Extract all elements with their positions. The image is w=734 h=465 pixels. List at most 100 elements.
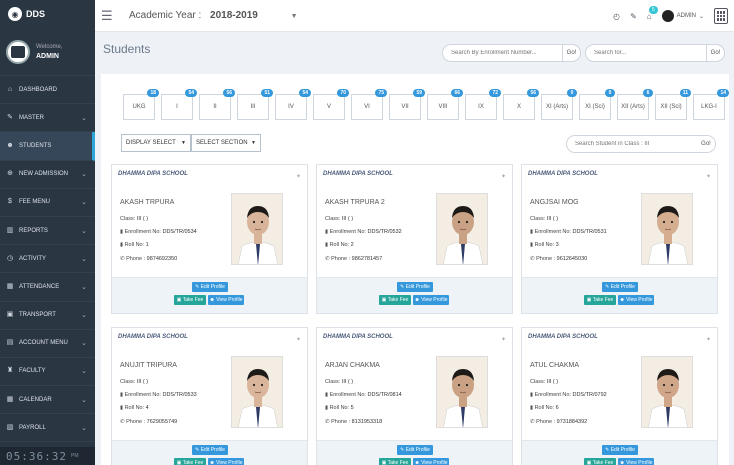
sidebar-item-new-admission[interactable]: ⊕ NEW ADMISSION ⌄ [0, 161, 95, 189]
class-tab[interactable]: XI (Sci) 0 [579, 89, 615, 120]
class-tab[interactable]: X 56 [503, 89, 539, 120]
display-select-label: DISPLAY SELECT [126, 140, 176, 146]
pin-icon[interactable]: ✦ [706, 336, 711, 343]
class-search-input[interactable] [567, 141, 697, 147]
sidebar-item-payroll[interactable]: ▧ PAYROLL ⌄ [0, 414, 95, 443]
sidebar-item-master[interactable]: ✎ Master ⌄ [0, 104, 95, 133]
notification-badge: 5 [648, 5, 658, 14]
general-search-input[interactable] [586, 50, 706, 56]
sidebar-menu: ⌂ DASHBOARD ✎ Master ⌄ ☻ STUDENTS ⊕ NEW ADMISSIO… [0, 76, 95, 443]
class-tab[interactable]: I 54 [161, 89, 197, 120]
sidebar-item-account-menu[interactable]: ▤ ACCOUNT MENU ⌄ [0, 330, 95, 358]
view-profile-button[interactable]: ☻ View Profile [618, 458, 654, 465]
sidebar-item-reports[interactable]: ▥ REPORTS ⌄ [0, 217, 95, 246]
class-tab[interactable]: VI 75 [351, 89, 387, 120]
pin-icon[interactable]: ✦ [501, 336, 506, 343]
class-tab[interactable]: VIII 66 [427, 89, 463, 120]
view-profile-button[interactable]: ☻ View Profile [618, 295, 654, 305]
student-photo [231, 193, 283, 265]
class-tab[interactable]: V 70 [313, 89, 349, 120]
sidebar-item-activity[interactable]: ◷ ACTIVITY ⌄ [0, 245, 95, 274]
sidebar-item-attendance[interactable]: ▦ ATTENDANCE ⌄ [0, 273, 95, 302]
roll-row: ▮ Roll No: 4 [120, 405, 149, 411]
take-fee-button[interactable]: ▣ Take Fee [379, 295, 411, 305]
cart-icon[interactable]: ⌂ 5 [647, 5, 658, 21]
enrollment-search-input[interactable] [443, 50, 562, 56]
sidebar-item-faculty[interactable]: ♜ FACULTY ⌄ [0, 358, 95, 387]
pin-icon[interactable]: ✦ [501, 173, 506, 180]
money-icon: ▣ [586, 460, 592, 465]
class-tab[interactable]: VII 59 [389, 89, 425, 120]
sidebar-item-calendar[interactable]: ▦ CALENDAR ⌄ [0, 386, 95, 415]
class-count-badge: 70 [337, 89, 349, 97]
academic-year-select[interactable]: Academic Year : 2018-2019 ▼ [129, 10, 298, 21]
general-search-go-button[interactable]: Go! [706, 45, 724, 61]
student-card: DHAMMA DIPA SCHOOL ✦ ATUL CHAKMA Class: III… [521, 327, 718, 465]
view-profile-button[interactable]: ☻ View Profile [413, 295, 449, 305]
school-name: DHAMMA DIPA SCHOOL [118, 171, 188, 177]
section-select[interactable]: SELECT SECTION ▼ [191, 134, 261, 152]
enrollment-search-go-button[interactable]: Go! [562, 45, 580, 61]
admin-menu[interactable]: ADMIN ⌄ [661, 10, 704, 22]
view-profile-button[interactable]: ☻ View Profile [413, 458, 449, 465]
phone-value: 9874692350 [146, 256, 178, 262]
phone-icon: ✆ [120, 256, 125, 262]
take-fee-button[interactable]: ▣ Take Fee [174, 295, 206, 305]
chart-icon: ▥ [6, 226, 14, 234]
academic-year-value: 2018-2019 [210, 10, 258, 21]
brand[interactable]: ◉ DDS [0, 0, 95, 28]
sidebar-item-students[interactable]: ☻ STUDENTS [0, 132, 95, 161]
take-fee-button[interactable]: ▣ Take Fee [584, 295, 616, 305]
display-select[interactable]: DISPLAY SELECT ▼ [121, 134, 191, 152]
sidebar-item-dashboard[interactable]: ⌂ DASHBOARD [0, 76, 95, 105]
sidebar-item-fee-menu[interactable]: $ FEE MENU ⌄ [0, 189, 95, 217]
class-value: III ( ) [546, 216, 559, 222]
edit-icon: ✎ [195, 284, 200, 290]
avatar[interactable] [6, 39, 30, 64]
class-tab[interactable]: IX 72 [465, 89, 501, 120]
roll-row: ▮ Roll No: 1 [120, 242, 149, 248]
view-profile-button[interactable]: ☻ View Profile [208, 295, 244, 305]
take-fee-button[interactable]: ▣ Take Fee [174, 458, 206, 465]
class-tab[interactable]: III 51 [237, 89, 273, 120]
class-count-badge: 59 [413, 89, 425, 97]
class-tab[interactable]: XII (Arts) 6 [617, 89, 653, 120]
class-tab[interactable]: IV 54 [275, 89, 311, 120]
school-name: DHAMMA DIPA SCHOOL [528, 171, 598, 177]
class-tab[interactable]: LKG-I 14 [693, 89, 729, 120]
student-portrait-icon [232, 357, 282, 427]
calculator-icon[interactable] [714, 8, 728, 24]
edit-profile-button[interactable]: ✎ Edit Profile [192, 282, 228, 292]
class-tab[interactable]: UKG 18 [123, 89, 159, 120]
pin-icon[interactable]: ✦ [706, 173, 711, 180]
class-tab-label: XI (Sci) [585, 104, 605, 110]
phone-icon: ✆ [530, 256, 535, 262]
class-value: III ( ) [136, 216, 149, 222]
hamburger-icon[interactable]: ☰ [101, 9, 113, 22]
view-profile-button[interactable]: ☻ View Profile [208, 458, 244, 465]
edit-profile-button[interactable]: ✎ Edit Profile [602, 445, 638, 455]
class-count-badge: 14 [717, 89, 729, 97]
chat-icon[interactable]: ✎ [630, 12, 637, 21]
roll-value: 6 [555, 405, 559, 411]
edit-profile-button[interactable]: ✎ Edit Profile [397, 445, 433, 455]
enrollment-row: ▮ Enrollment No: DDS/TR/0814 [325, 392, 402, 398]
edit-profile-button[interactable]: ✎ Edit Profile [602, 282, 638, 292]
take-fee-button[interactable]: ▣ Take Fee [584, 458, 616, 465]
clock-icon[interactable]: ◴ [613, 12, 620, 21]
class-tab[interactable]: XII (Sci) 11 [655, 89, 691, 120]
pin-icon[interactable]: ✦ [296, 336, 301, 343]
class-search-go-button[interactable]: Go! [697, 136, 715, 152]
pin-icon[interactable]: ✦ [296, 173, 301, 180]
class-value: III ( ) [341, 379, 354, 385]
edit-profile-button[interactable]: ✎ Edit Profile [192, 445, 228, 455]
class-tab[interactable]: XI (Arts) 0 [541, 89, 577, 120]
take-fee-button[interactable]: ▣ Take Fee [379, 458, 411, 465]
class-tab-label: VI [364, 104, 370, 110]
class-tab[interactable]: II 56 [199, 89, 235, 120]
roll-row: ▮ Roll No: 6 [530, 405, 559, 411]
sidebar-item-transport[interactable]: ▣ TRANSPORT ⌄ [0, 302, 95, 330]
sidebar-item-label: ACCOUNT MENU [19, 340, 68, 347]
edit-profile-button[interactable]: ✎ Edit Profile [397, 282, 433, 292]
sidebar-item-label: STUDENTS [19, 142, 52, 149]
